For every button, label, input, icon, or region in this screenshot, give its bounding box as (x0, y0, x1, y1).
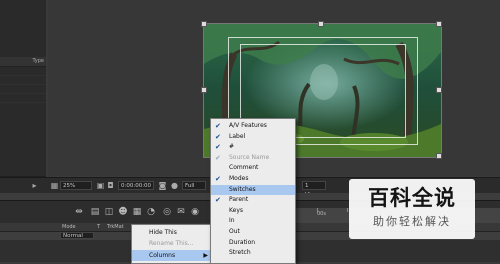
project-item-row[interactable] (0, 76, 46, 85)
transform-handle[interactable] (436, 87, 442, 93)
column-option-label: Keys (229, 206, 244, 214)
grid-icon[interactable]: ▦ (50, 181, 59, 190)
checkmark-icon: ✔ (215, 153, 221, 162)
checkmark-icon: ✔ (215, 196, 221, 205)
column-option-label: Label (229, 132, 246, 140)
expand-icon[interactable]: ⇹ (74, 207, 84, 217)
transform-handle[interactable] (436, 21, 442, 27)
column-option-item[interactable]: ✔ Modes (211, 174, 295, 185)
color-channel-icon[interactable]: ● (170, 181, 179, 190)
project-item-row[interactable] (0, 85, 46, 94)
trkmat-column-header[interactable]: TrkMat (107, 223, 124, 231)
column-option-label: Source Name (229, 153, 270, 161)
zoom-select[interactable]: 25% (60, 181, 92, 190)
frame-blending-icon[interactable]: ▦ (132, 207, 142, 217)
column-option-item[interactable]: Stretch (211, 248, 295, 259)
column-option-item[interactable]: ✔ Label (211, 132, 295, 143)
column-option-item[interactable]: Comment (211, 163, 295, 174)
watermark-subtitle: 助你轻松解决 (373, 215, 451, 228)
hide-this-menu-item[interactable]: Hide This (132, 227, 212, 238)
graph-editor-icon[interactable]: ◎ (162, 207, 172, 217)
column-option-label: Duration (229, 238, 256, 246)
column-option-item[interactable]: Duration (211, 238, 295, 249)
view-layout-select[interactable]: 1 View (302, 181, 326, 198)
type-column-label: Type (32, 58, 44, 64)
column-option-label: Switches (229, 185, 256, 193)
t-column-header[interactable]: T (97, 223, 100, 231)
mode-column-header[interactable]: Mode (62, 223, 76, 231)
column-option-item[interactable]: In (211, 216, 295, 227)
timecode-field[interactable]: 0:00:00:00 (118, 181, 154, 190)
column-option-label: Parent (229, 196, 249, 204)
column-option-item: ✔ Source Name (211, 153, 295, 164)
column-option-item[interactable]: ✔ A/V Features (211, 121, 295, 132)
column-option-item[interactable]: ✔ # (211, 142, 295, 153)
always-preview-icon[interactable]: ▸ (30, 181, 39, 190)
project-panel: Type (0, 0, 46, 176)
watermark-logo: 百科全说 助你轻松解决 (349, 179, 475, 239)
checkmark-icon: ✔ (215, 143, 221, 152)
project-panel-header: Type (0, 57, 46, 67)
checkmark-icon: ✔ (215, 175, 221, 183)
column-option-label: Comment (229, 164, 259, 172)
transform-handle[interactable] (318, 21, 324, 27)
column-option-item[interactable]: Keys (211, 206, 295, 217)
column-option-item[interactable]: ✔ Parent (211, 195, 295, 206)
snapshot-icon[interactable]: ◙ (158, 181, 167, 190)
transform-handle[interactable] (201, 21, 207, 27)
draft-3d-icon[interactable]: ◫ (104, 207, 114, 217)
project-item-row[interactable] (0, 67, 46, 76)
camera-icon[interactable]: ◘ (106, 181, 115, 190)
column-context-menu: Hide This Rename This... Columns ▶ (131, 224, 213, 264)
column-option-label: Modes (229, 175, 249, 182)
transform-handle[interactable] (436, 153, 442, 159)
rename-this-menu-item: Rename This... (149, 240, 194, 247)
resolution-select[interactable]: Full (182, 181, 206, 190)
column-option-label: # (229, 143, 235, 151)
checkmark-icon: ✔ (215, 122, 221, 130)
checkmark-icon: ✔ (215, 132, 221, 141)
comp-mini-flowchart-icon[interactable]: ▤ (90, 207, 100, 217)
column-option-label: Out (229, 228, 240, 235)
columns-submenu: ✔ A/V Features ✔ Label ✔ # ✔ Source Name Comment… (210, 118, 296, 264)
motion-blur-icon[interactable]: ◔ (146, 207, 156, 217)
column-option-label: Stretch (229, 249, 251, 257)
project-item-row[interactable] (0, 94, 46, 103)
column-option-label: In (229, 217, 235, 225)
columns-menu-item[interactable]: Columns ▶ (132, 250, 212, 261)
transform-handle[interactable] (201, 87, 207, 93)
submenu-arrow-icon: ▶ (203, 252, 208, 259)
brainstorm-icon[interactable]: ✉ (176, 207, 186, 217)
shy-icon[interactable]: ☻ (118, 207, 128, 217)
blend-mode-select[interactable]: Normal (60, 232, 94, 239)
watermark-title: 百科全说 (368, 186, 456, 210)
ruler-label: 00s (317, 211, 326, 217)
column-option-item[interactable]: Out (211, 227, 295, 238)
column-option-label: A/V Features (229, 122, 267, 129)
safe-zones-icon[interactable]: ▣ (96, 181, 105, 190)
camera-icon[interactable]: ◉ (190, 207, 200, 217)
column-option-item[interactable]: Switches (211, 184, 295, 196)
